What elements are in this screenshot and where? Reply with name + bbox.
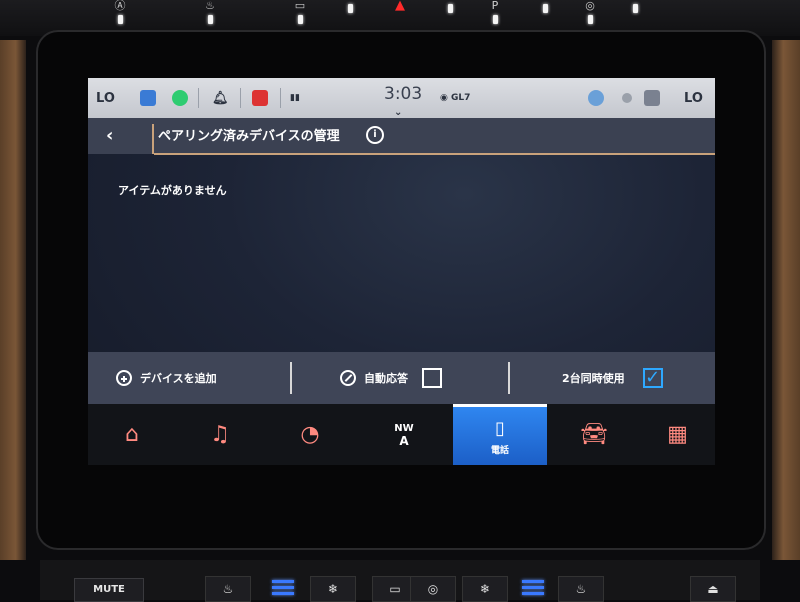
signal-icon: ▮▮ xyxy=(290,93,300,103)
add-device-button[interactable]: デバイスを追加 xyxy=(116,352,217,404)
bell-icon[interactable]: 🔔︎ xyxy=(212,78,229,118)
options-divider xyxy=(508,362,510,394)
seat-heat-icon[interactable] xyxy=(140,78,156,118)
phone-icon: ▯ xyxy=(495,417,505,439)
nav-phone-label: 電話 xyxy=(490,445,509,456)
phone-status-icon[interactable] xyxy=(644,78,660,118)
nav-home[interactable]: ⌂ xyxy=(88,404,176,465)
eject-button[interactable]: ⏏ xyxy=(690,576,736,602)
auto-climate-button[interactable]: Ⓐ xyxy=(95,0,145,26)
hazard-button[interactable]: ▲ xyxy=(375,0,425,26)
compass-icon: A xyxy=(399,433,409,448)
dot-icon xyxy=(622,78,632,118)
header-underline xyxy=(154,153,715,155)
service-icon[interactable] xyxy=(252,78,268,118)
empty-list-message: アイテムがありません xyxy=(118,184,227,197)
auto-answer-checkbox[interactable] xyxy=(422,368,442,388)
dual-use-label: 2台同時使用 xyxy=(562,372,625,385)
rear-defrost-button[interactable]: ▭ xyxy=(275,0,325,26)
music-note-icon: ♫ xyxy=(210,421,230,447)
dual-use-checkbox[interactable]: ✓ xyxy=(642,368,663,388)
block-icon xyxy=(340,370,356,386)
gps-status: ◉ GL7 xyxy=(440,93,471,103)
seat-heat-driver-button[interactable]: ♨ xyxy=(205,576,251,602)
hardware-button-led[interactable] xyxy=(425,0,475,26)
add-circle-icon xyxy=(116,370,132,386)
status-separator xyxy=(198,88,199,108)
nav-phone[interactable]: ▯ 電話 xyxy=(453,404,547,465)
seat-heat-passenger-button[interactable]: ♨ xyxy=(558,576,604,602)
seat-heat-level-indicator xyxy=(272,580,294,596)
mute-button[interactable]: MUTE xyxy=(74,578,144,602)
status-separator xyxy=(280,88,281,108)
apps-grid-icon: ▦ xyxy=(667,421,688,447)
nav-media[interactable]: ♫ xyxy=(176,404,264,465)
seat-vent-passenger-button[interactable]: ❄ xyxy=(462,576,508,602)
chevron-left-icon: ‹ xyxy=(106,125,114,146)
seat-vent-level-indicator xyxy=(522,580,544,596)
nav-vehicle[interactable]: 🚘︎ xyxy=(550,404,638,465)
status-separator xyxy=(240,88,241,108)
page-title: ペアリング済みデバイスの管理 xyxy=(158,129,340,144)
left-temp[interactable]: LO xyxy=(96,78,115,118)
add-device-label: デバイスを追加 xyxy=(140,372,217,385)
compass-heading: NW xyxy=(394,422,414,434)
car-icon: 🚘︎ xyxy=(580,421,608,447)
infotainment-screen: LO 🔔︎ ▮▮ 3:03 ⌄ ◉ GL7 LO ‹ ペアリング済みデバイスの管… xyxy=(88,78,715,465)
connectivity-icon[interactable] xyxy=(588,78,604,118)
auto-answer-option[interactable]: 自動応答 xyxy=(340,352,442,404)
back-button[interactable]: ‹ xyxy=(106,126,130,148)
seat-heat-button[interactable]: ♨ xyxy=(185,0,235,26)
nav-apps[interactable]: ▦ xyxy=(640,404,715,465)
hardware-button-led[interactable] xyxy=(325,0,375,26)
dual-use-option[interactable]: 2台同時使用 ✓ xyxy=(562,352,663,404)
header-divider xyxy=(152,124,154,154)
right-temp[interactable]: LO xyxy=(684,78,703,118)
drive-mode-icon: ◔ xyxy=(300,421,320,447)
clock: 3:03 xyxy=(384,84,423,104)
auto-answer-label: 自動応答 xyxy=(364,372,408,385)
wood-trim-right xyxy=(772,40,800,560)
steering-heat-button[interactable]: ◎ xyxy=(565,0,615,26)
parking-assist-button[interactable]: P xyxy=(470,0,520,26)
hardware-button-led[interactable] xyxy=(610,0,660,26)
seat-vent-driver-button[interactable]: ❄ xyxy=(310,576,356,602)
steering-heat-button[interactable]: ◎ xyxy=(410,576,456,602)
hardware-button-led[interactable] xyxy=(520,0,570,26)
home-icon: ⌂ xyxy=(125,421,139,447)
eco-icon[interactable] xyxy=(172,78,188,118)
nav-drive-mode[interactable]: ◔ xyxy=(266,404,354,465)
gps-label: GL7 xyxy=(451,93,471,103)
wood-trim-left xyxy=(0,40,26,560)
options-divider xyxy=(290,362,292,394)
nav-navigation[interactable]: NW A xyxy=(360,404,448,465)
info-icon[interactable]: i xyxy=(366,126,384,144)
